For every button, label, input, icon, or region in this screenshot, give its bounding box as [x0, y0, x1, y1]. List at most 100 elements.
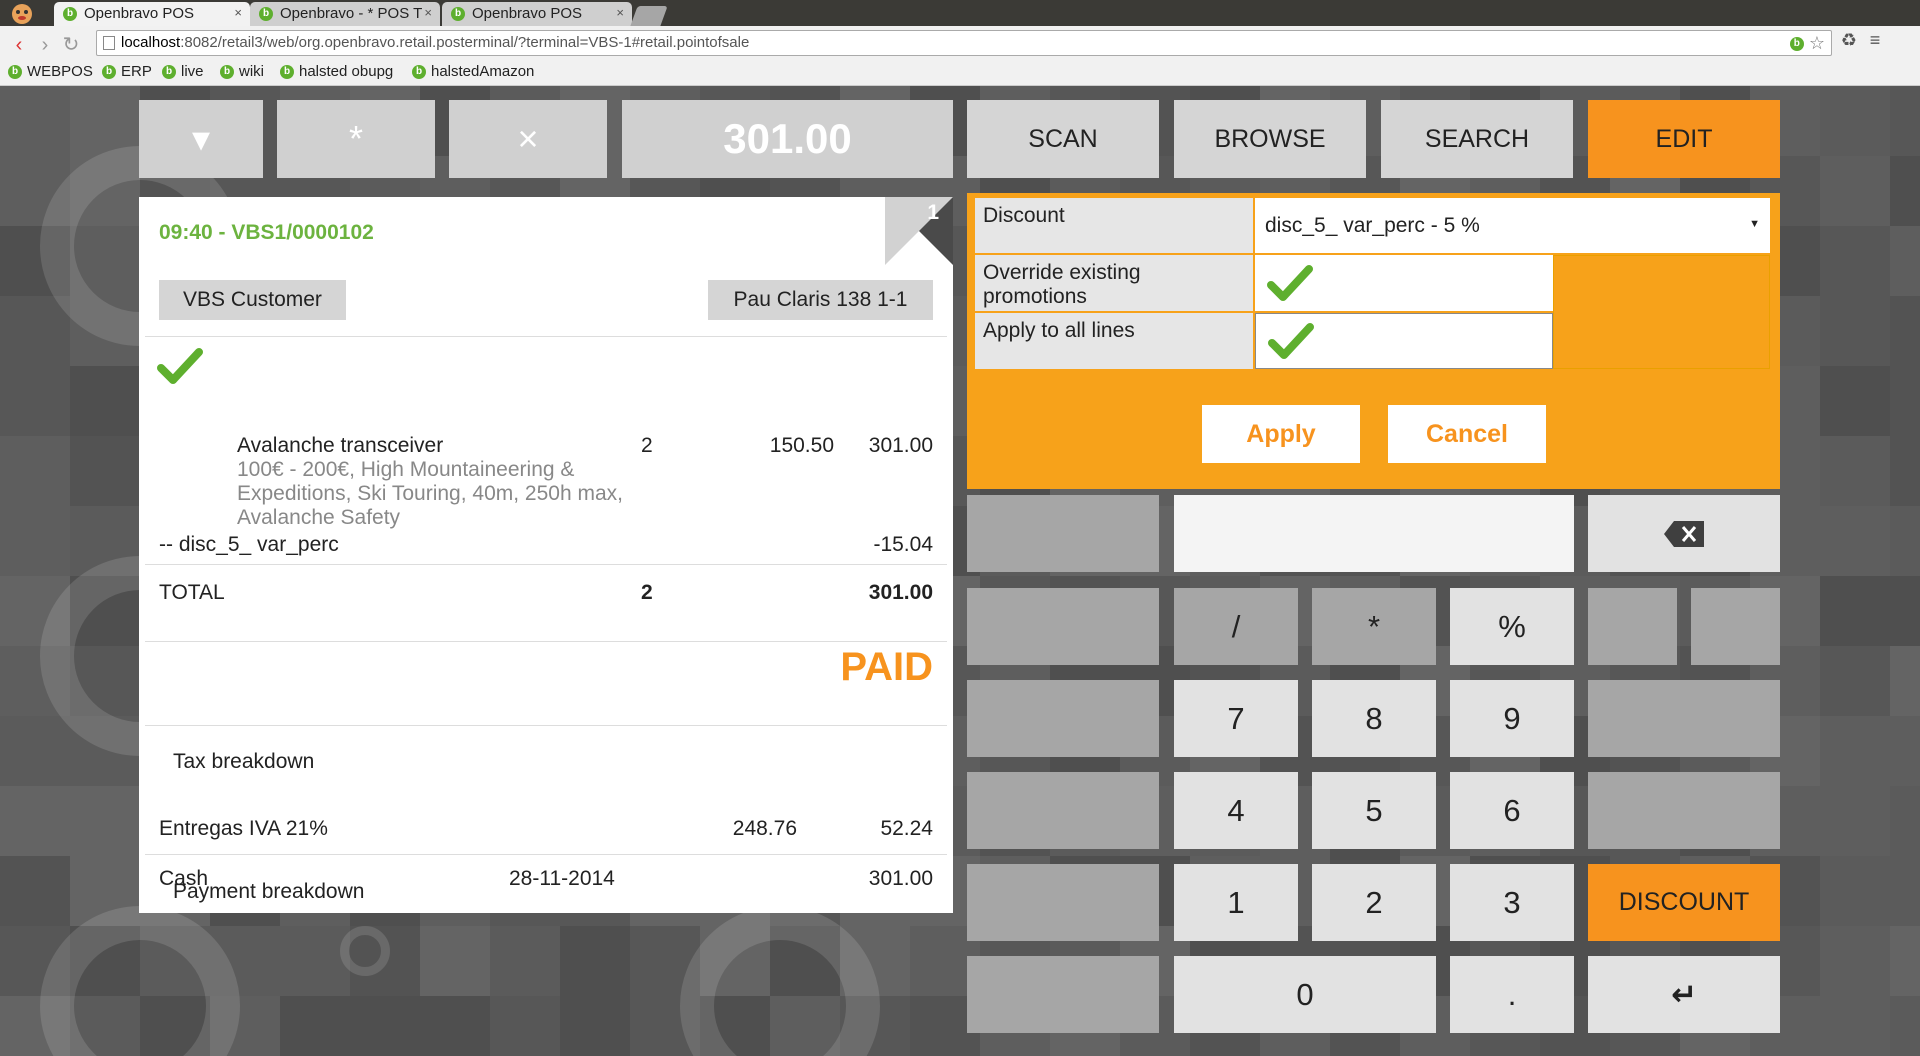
- tab-search[interactable]: SEARCH: [1381, 100, 1573, 178]
- key-9[interactable]: 9: [1450, 680, 1574, 757]
- receipt-count-badge[interactable]: 1: [927, 201, 939, 225]
- chevron-down-icon: ▾: [191, 118, 211, 159]
- discount-button[interactable]: DISCOUNT: [1588, 864, 1780, 941]
- apply-button[interactable]: Apply: [1202, 405, 1360, 463]
- keypad-blank-left-4[interactable]: [967, 772, 1159, 849]
- background-tile: [350, 996, 420, 1056]
- keypad-blank-left-2[interactable]: [967, 588, 1159, 665]
- openbravo-favicon-icon: b: [259, 7, 273, 21]
- key-4[interactable]: 4: [1174, 772, 1298, 849]
- address-bar[interactable]: localhost:8082/retail3/web/org.openbravo…: [96, 30, 1832, 56]
- openbravo-favicon-icon: b: [220, 65, 234, 80]
- keypad-blank-left-5[interactable]: [967, 864, 1159, 941]
- chevron-down-icon: ▼: [1749, 218, 1760, 230]
- key-3[interactable]: 3: [1450, 864, 1574, 941]
- browser-tab-2[interactable]: b Openbravo - * POS T ×: [250, 2, 440, 26]
- enter-button[interactable]: ↵: [1588, 956, 1780, 1033]
- key-dot[interactable]: .: [1450, 956, 1574, 1033]
- browser-tab-1[interactable]: b Openbravo POS ×: [54, 2, 250, 26]
- close-tab-icon[interactable]: ×: [424, 5, 432, 20]
- close-tab-icon[interactable]: ×: [234, 5, 242, 20]
- bookmark-erp[interactable]: b ERP: [102, 63, 152, 80]
- background-tile: [1820, 86, 1890, 156]
- background-tile: [0, 436, 70, 506]
- extension-icons: ♻ ≡: [1836, 30, 1888, 51]
- backspace-button[interactable]: [1588, 495, 1780, 572]
- key-7[interactable]: 7: [1174, 680, 1298, 757]
- discount-form: Discount disc_5_ var_perc - 5 % ▼ Overri…: [975, 198, 1771, 371]
- keypad-blank-right-1[interactable]: [1588, 588, 1677, 665]
- key-8[interactable]: 8: [1312, 680, 1436, 757]
- tab-edit[interactable]: EDIT: [1588, 100, 1780, 178]
- key-5[interactable]: 5: [1312, 772, 1436, 849]
- tab-scan[interactable]: SCAN: [967, 100, 1159, 178]
- background-tile: [1820, 716, 1890, 786]
- bookmarks-bar: b WEBPOS b ERP b live b wiki b halsted obupg …: [0, 60, 1920, 86]
- address-button[interactable]: Pau Claris 138 1-1: [708, 280, 933, 320]
- total-pay-button[interactable]: 301.00: [622, 100, 953, 178]
- background-tile: [1890, 716, 1920, 786]
- background-tile: [70, 786, 140, 856]
- key-multiply[interactable]: *: [1312, 588, 1436, 665]
- cancel-button[interactable]: Cancel: [1388, 405, 1546, 463]
- background-tile: [420, 926, 490, 996]
- bookmark-wiki[interactable]: b wiki: [220, 63, 264, 80]
- browser-avatar-icon[interactable]: [8, 1, 36, 25]
- tab-browse[interactable]: BROWSE: [1174, 100, 1366, 178]
- bookmark-halsted-obupg[interactable]: b halsted obupg: [280, 63, 393, 80]
- customer-button[interactable]: VBS Customer: [159, 280, 346, 320]
- new-tab-button[interactable]: [630, 6, 668, 26]
- asterisk-icon: *: [348, 118, 363, 159]
- keypad-blank-right-2[interactable]: [1691, 588, 1780, 665]
- background-tile: [1820, 296, 1890, 366]
- back-icon[interactable]: ‹: [6, 34, 32, 57]
- pos-app: ▾ * × 301.00 SCAN BROWSE SEARCH EDIT 1 0…: [0, 86, 1920, 1056]
- recycle-icon[interactable]: ♻: [1836, 30, 1862, 51]
- keypad-blank-right-3[interactable]: [1588, 680, 1780, 757]
- keypad-blank-left-3[interactable]: [967, 680, 1159, 757]
- background-tile: [70, 366, 140, 436]
- key-6[interactable]: 6: [1450, 772, 1574, 849]
- background-tile: [280, 926, 350, 996]
- reload-icon[interactable]: ↻: [58, 32, 84, 57]
- url-path: :8082/retail3/web/org.openbravo.retail.p…: [180, 34, 750, 51]
- bookmark-webpos[interactable]: b WEBPOS: [8, 63, 93, 80]
- payment-amount: 301.00: [868, 867, 933, 890]
- keypad-blank-left-1[interactable]: [967, 495, 1159, 572]
- key-0[interactable]: 0: [1174, 956, 1436, 1033]
- key-2[interactable]: 2: [1312, 864, 1436, 941]
- keypad-blank-right-4[interactable]: [1588, 772, 1780, 849]
- apply-all-label: Apply to all lines: [975, 313, 1253, 369]
- close-tab-icon[interactable]: ×: [616, 5, 624, 20]
- order-id: 09:40 - VBS1/0000102: [159, 221, 374, 244]
- override-checkbox[interactable]: [1255, 255, 1553, 311]
- openbravo-favicon-icon: b: [451, 7, 465, 21]
- key-1[interactable]: 1: [1174, 864, 1298, 941]
- menu-icon[interactable]: ≡: [1862, 30, 1888, 51]
- payment-method: Cash: [159, 867, 209, 890]
- discount-select[interactable]: disc_5_ var_perc - 5 % ▼: [1255, 198, 1770, 253]
- apply-all-checkbox[interactable]: [1255, 313, 1553, 369]
- bookmark-star-icon[interactable]: ☆: [1809, 33, 1825, 53]
- checkmark-icon: [157, 348, 203, 384]
- keypad-display[interactable]: [1174, 495, 1574, 572]
- key-percent[interactable]: %: [1450, 588, 1574, 665]
- total-amount: 301.00: [723, 115, 852, 162]
- delete-receipt-button[interactable]: ×: [449, 100, 607, 178]
- key-divide[interactable]: /: [1174, 588, 1298, 665]
- background-tile: [1890, 436, 1920, 506]
- bookmark-halsted-amazon[interactable]: b halstedAmazon: [412, 63, 534, 80]
- asterisk-button[interactable]: *: [277, 100, 435, 178]
- forward-icon[interactable]: ›: [32, 34, 58, 57]
- keypad-blank-left-6[interactable]: [967, 956, 1159, 1033]
- background-tile: [1820, 856, 1890, 926]
- browser-tab-3[interactable]: b Openbravo POS ×: [442, 2, 632, 26]
- background-tile: [1890, 226, 1920, 296]
- openbravo-extension-icon[interactable]: b: [1789, 37, 1804, 52]
- tax-amount: 52.24: [880, 817, 933, 840]
- background-tile: [490, 996, 560, 1056]
- background-tile: [420, 996, 490, 1056]
- bookmark-live[interactable]: b live: [162, 63, 204, 80]
- background-tile: [1820, 786, 1890, 856]
- menu-button[interactable]: ▾: [139, 100, 263, 178]
